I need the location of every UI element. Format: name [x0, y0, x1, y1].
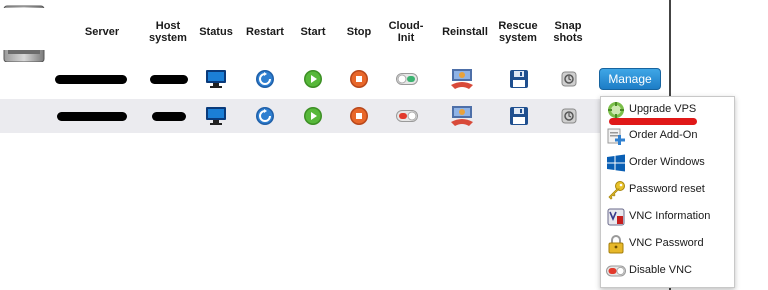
menu-item-vnc-information[interactable]: VNC Information — [601, 204, 734, 230]
order-addon-icon — [607, 128, 625, 145]
redacted-server-name — [57, 112, 127, 121]
menu-item-order-addon[interactable]: Order Add-On — [601, 123, 734, 149]
restart-icon[interactable] — [253, 62, 277, 96]
rescue-floppy-icon[interactable] — [507, 62, 531, 96]
upgrade-vps-icon — [608, 102, 624, 118]
cloud-init-toggle-off[interactable] — [394, 99, 420, 133]
menu-item-label: Disable VNC — [629, 264, 692, 276]
windows-icon — [607, 154, 625, 172]
menu-item-disable-vnc[interactable]: Disable VNC — [601, 258, 734, 284]
stop-icon[interactable] — [347, 62, 371, 96]
cloud-init-toggle-on[interactable] — [394, 62, 420, 96]
header-cloud-init: Cloud- Init — [388, 20, 424, 44]
header-reinstall: Reinstall — [442, 26, 488, 38]
start-icon[interactable] — [301, 99, 325, 133]
start-icon[interactable] — [301, 62, 325, 96]
menu-item-label: Password reset — [629, 183, 705, 195]
menu-item-order-windows[interactable]: Order Windows — [601, 150, 734, 176]
table-header: Server Host system Status Restart Start … — [0, 8, 669, 50]
manage-dropdown-menu: Upgrade VPS Order Add-On Order Windows P… — [600, 96, 735, 288]
menu-item-label: VNC Password — [629, 237, 704, 249]
snapshot-icon[interactable] — [558, 62, 580, 96]
key-icon — [608, 181, 625, 200]
header-status: Status — [199, 26, 233, 38]
header-rescue-system: Rescue system — [498, 20, 538, 44]
restart-icon[interactable] — [253, 99, 277, 133]
reinstall-icon[interactable] — [448, 62, 476, 96]
header-snapshots: Snap shots — [553, 20, 583, 44]
redacted-host-system — [152, 112, 186, 121]
menu-item-vnc-password[interactable]: VNC Password — [601, 231, 734, 257]
table-row — [0, 99, 669, 133]
stop-icon[interactable] — [347, 99, 371, 133]
header-server: Server — [84, 26, 120, 38]
snapshot-icon[interactable] — [558, 99, 580, 133]
rescue-floppy-icon[interactable] — [507, 99, 531, 133]
table-row — [0, 62, 669, 96]
redacted-host-system — [150, 75, 188, 84]
menu-item-label: Upgrade VPS — [629, 103, 697, 115]
manage-button[interactable]: Manage — [599, 68, 661, 90]
redacted-server-name — [55, 75, 127, 84]
header-restart: Restart — [246, 26, 284, 38]
status-monitor-icon[interactable] — [204, 62, 228, 96]
toggle-off-icon — [606, 265, 626, 277]
header-host-system: Host system — [149, 20, 187, 44]
status-monitor-icon[interactable] — [204, 99, 228, 133]
menu-item-label: Order Add-On — [629, 129, 698, 141]
header-stop: Stop — [346, 26, 372, 38]
reinstall-icon[interactable] — [448, 99, 476, 133]
vps-table: Server Host system Status Restart Start … — [0, 0, 669, 140]
menu-item-label: VNC Information — [629, 210, 711, 222]
padlock-icon — [608, 235, 624, 254]
menu-item-upgrade-vps[interactable]: Upgrade VPS — [601, 97, 734, 125]
menu-item-password-reset[interactable]: Password reset — [601, 177, 734, 203]
header-start: Start — [300, 26, 326, 38]
menu-item-label: Order Windows — [629, 156, 705, 168]
vnc-info-icon — [607, 208, 625, 226]
